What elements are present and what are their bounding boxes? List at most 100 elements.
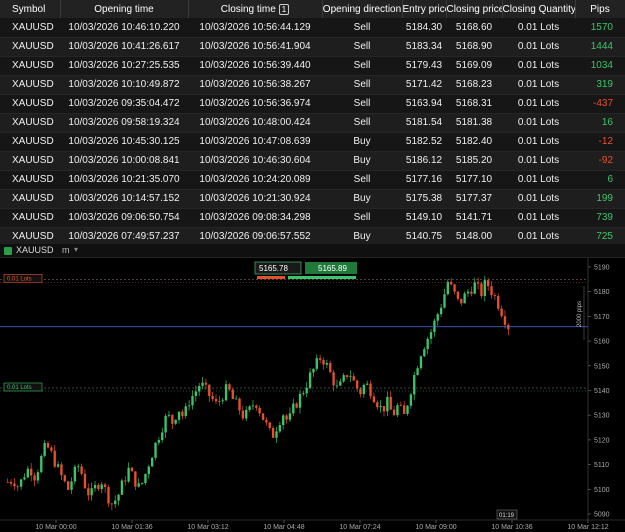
candle-body — [436, 314, 439, 321]
candle-body — [332, 372, 335, 386]
table-row[interactable]: XAUUSD 10/03/2026 09:58:19.324 10/03/2026 … — [0, 113, 625, 133]
candle-body — [503, 316, 507, 325]
candle-body — [409, 394, 413, 406]
quantity-cell: 0.01 Lots — [502, 151, 575, 171]
closing-time-cell: 10/03/2026 10:56:36.974 — [188, 94, 322, 114]
chart-symbol[interactable]: XAUUSD — [16, 245, 54, 255]
closing-price-cell: 5181.38 — [446, 113, 502, 133]
candle-body — [177, 411, 181, 420]
price-chart[interactable]: XAUUSD m ▾ 0.01 Lots 0.01 Lots 5165.78 5165… — [0, 244, 625, 532]
quantity-cell: 0.01 Lots — [502, 189, 575, 209]
table-row[interactable]: XAUUSD 10/03/2026 10:00:08.841 10/03/2026 … — [0, 151, 625, 171]
candle-body — [493, 295, 497, 297]
candle-body — [453, 284, 456, 292]
candle-body — [439, 307, 443, 315]
candle-body — [191, 395, 194, 406]
quantity-cell: 0.01 Lots — [502, 113, 575, 133]
candle-body — [164, 415, 167, 433]
candle-body — [413, 375, 416, 395]
candle-body — [359, 388, 362, 395]
price-tick-label: 5110 — [594, 462, 609, 469]
price-tick-label: 5150 — [594, 363, 610, 370]
entry-price-cell: 5163.94 — [402, 94, 446, 114]
candle-body — [500, 308, 503, 317]
table-row[interactable]: XAUUSD 10/03/2026 10:46:10.220 10/03/2026 … — [0, 18, 625, 38]
candle-body — [433, 320, 436, 333]
candle-body — [171, 414, 174, 424]
pips-cell: 1034 — [575, 56, 625, 76]
candle-body — [150, 457, 154, 467]
entry-price-cell: 5179.43 — [402, 56, 446, 76]
time-tick-label: 10 Mar 09:00 — [415, 524, 456, 531]
col-entry-price[interactable]: Entry price — [402, 0, 447, 18]
table-row[interactable]: XAUUSD 10/03/2026 10:10:49.872 10/03/2026 … — [0, 75, 625, 95]
price-tick-label: 5160 — [594, 339, 610, 346]
candle-body — [460, 298, 463, 304]
table-row[interactable]: XAUUSD 10/03/2026 09:35:04.472 10/03/2026 … — [0, 94, 625, 114]
closing-time-cell: 10/03/2026 10:46:30.604 — [188, 151, 322, 171]
candle-body — [214, 399, 218, 402]
table-row[interactable]: XAUUSD 10/03/2026 09:06:50.754 10/03/2026 … — [0, 208, 625, 228]
chart-icon[interactable] — [4, 247, 12, 255]
table-row[interactable]: XAUUSD 10/03/2026 10:27:25.535 10/03/2026 … — [0, 56, 625, 76]
table-row[interactable]: XAUUSD 10/03/2026 10:14:57.152 10/03/2026 … — [0, 189, 625, 209]
candle-body — [486, 280, 490, 287]
pips-cell: 319 — [575, 75, 625, 95]
chevron-down-icon[interactable]: ▾ — [74, 245, 78, 254]
col-closing-time[interactable]: Closing time 1 — [188, 0, 323, 18]
candle-body — [483, 280, 486, 297]
candle-body — [60, 464, 63, 476]
candle-body — [446, 281, 450, 295]
price-tick-label: 5190 — [594, 264, 610, 271]
closing-price-cell: 5141.71 — [446, 208, 502, 228]
candle-body — [97, 484, 100, 490]
opening-time-cell: 10/03/2026 10:46:10.220 — [60, 18, 188, 38]
candle-body — [43, 443, 46, 456]
col-pips[interactable]: Pips — [575, 0, 625, 18]
candle-body — [399, 405, 402, 407]
candle-body — [305, 387, 308, 394]
candle-body — [480, 283, 483, 297]
table-row[interactable]: XAUUSD 10/03/2026 10:41:26.617 10/03/2026 … — [0, 37, 625, 57]
col-opening-direction[interactable]: Opening direction — [322, 0, 403, 18]
candle-body — [194, 391, 198, 396]
candle-body — [73, 466, 77, 482]
price-tick-label: 5180 — [594, 289, 610, 296]
candle-body — [238, 398, 241, 411]
col-closing-price[interactable]: Closing price — [446, 0, 503, 18]
quantity-cell: 0.01 Lots — [502, 132, 575, 152]
closing-time-cell: 10/03/2026 10:56:41.904 — [188, 37, 322, 57]
candle-body — [379, 406, 382, 408]
symbol-cell: XAUUSD — [0, 208, 60, 228]
pips-cell: 1444 — [575, 37, 625, 57]
table-row[interactable]: XAUUSD 10/03/2026 10:45:30.125 10/03/2026 … — [0, 132, 625, 152]
pips-cell: 16 — [575, 113, 625, 133]
candle-body — [107, 487, 110, 504]
candle-body — [402, 405, 406, 414]
history-grid: Symbol Opening time Closing time 1 Openin… — [0, 0, 625, 247]
candle-body — [312, 368, 315, 373]
candle-body — [308, 372, 312, 388]
candle-body — [389, 396, 392, 410]
candle-body — [426, 338, 429, 350]
candle-body — [318, 358, 322, 360]
col-symbol[interactable]: Symbol — [0, 0, 61, 18]
timeframe-selector[interactable]: m — [62, 245, 70, 255]
sell-bar — [257, 276, 285, 279]
chart-canvas[interactable]: 0.01 Lots0.01 Lots5165.785165.785165.892… — [0, 258, 625, 532]
candle-body — [258, 407, 261, 414]
candle-body — [423, 349, 426, 357]
price-tick-label: 5130 — [594, 413, 610, 420]
direction-cell: Sell — [322, 113, 402, 133]
pips-cell: 199 — [575, 189, 625, 209]
candle-body — [470, 291, 473, 294]
candle-body — [30, 468, 33, 476]
pips-cell: 1570 — [575, 18, 625, 38]
col-opening-time[interactable]: Opening time — [60, 0, 189, 18]
candle-body — [70, 481, 73, 490]
table-row[interactable]: XAUUSD 10/03/2026 10:21:35.070 10/03/2026 … — [0, 170, 625, 190]
candle-body — [117, 494, 120, 501]
quantity-cell: 0.01 Lots — [502, 75, 575, 95]
col-closing-quantity[interactable]: Closing Quantity — [502, 0, 576, 18]
candle-body — [100, 484, 103, 490]
